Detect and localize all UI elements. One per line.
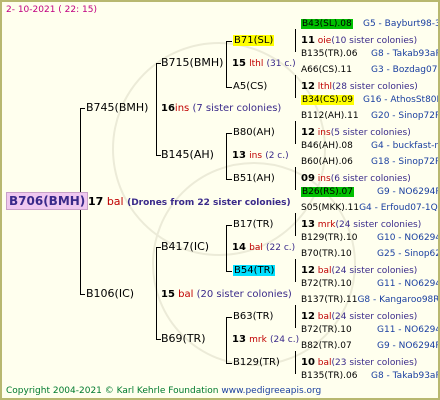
connector-line bbox=[226, 225, 227, 271]
ancestor-row: B34(CS).09 G16 - AthosSt80R bbox=[301, 95, 440, 105]
drone-info: 15 lthl (31 c.) bbox=[232, 58, 296, 69]
ancestor-row: B60(AH).06 G18 - Sinop72R bbox=[301, 157, 440, 167]
drone-info: 13 mrk (24 c.) bbox=[232, 334, 300, 345]
queen-b745[interactable]: B745(BMH) bbox=[86, 102, 148, 114]
connector-line bbox=[295, 75, 296, 98]
queen-b417[interactable]: B417(IC) bbox=[161, 241, 209, 253]
connector-line bbox=[226, 363, 232, 364]
ancestor-row: B26(RS).07 G9 - NO6294R bbox=[301, 187, 440, 197]
ancestor-row: B72(TR).10G11 - NO6294R bbox=[301, 279, 438, 289]
drone-info: 15 bal (20 sister colonies) bbox=[161, 289, 292, 300]
connector-line bbox=[295, 351, 296, 374]
queen-b80[interactable]: B80(AH) bbox=[233, 127, 275, 139]
ancestor-row: B43(SL).08 G5 - Bayburt98-3 bbox=[301, 19, 440, 29]
drone-info: 10 bal(23 sister colonies) bbox=[301, 357, 418, 368]
connector-line bbox=[226, 87, 232, 88]
ancestor-row: B46(AH).08 G4 - buckfast-no bbox=[301, 141, 440, 151]
drone-info: 12 lthl(28 sister colonies) bbox=[301, 81, 418, 92]
ancestor-row: B70(TR).10G25 - Sinop62R bbox=[301, 249, 438, 259]
connector-line bbox=[226, 225, 232, 226]
root-info: 17 bal (Drones from 22 sister colonies) bbox=[88, 195, 291, 209]
ancestor-row: B137(TR).11G8 - Kangaroo98R bbox=[301, 295, 440, 305]
drone-info: 09 ins(6 sister colonies) bbox=[301, 173, 411, 184]
drone-info: 12 bal(24 sister colonies) bbox=[301, 311, 418, 322]
connector-line bbox=[295, 29, 296, 52]
connector-line bbox=[226, 179, 232, 180]
connector-line bbox=[80, 294, 85, 295]
ancestor-row: B129(TR).10G10 - NO6294R bbox=[301, 233, 438, 243]
connector-line bbox=[156, 247, 157, 339]
queen-b145[interactable]: B145(AH) bbox=[161, 149, 214, 161]
connector-line bbox=[226, 317, 232, 318]
connector-line bbox=[295, 259, 296, 282]
ancestor-row: B82(TR).07 G9 - NO6294R bbox=[301, 341, 440, 351]
connector-line bbox=[226, 41, 227, 87]
drone-info: 14 bal (22 c.) bbox=[232, 242, 296, 253]
queen-b63[interactable]: B63(TR) bbox=[233, 311, 273, 323]
footer-copyright: Copyright 2004-2021 © Karl Kehrle Founda… bbox=[6, 386, 322, 396]
ancestor-row: B135(TR).06 G8 - Takab93aR bbox=[301, 371, 440, 381]
connector-line bbox=[295, 213, 296, 236]
drone-info: 16ins (7 sister colonies) bbox=[161, 103, 282, 114]
ancestor-row: B112(AH).11 G20 - Sinop72R bbox=[301, 111, 440, 121]
connector-line bbox=[80, 108, 85, 109]
drone-info: 12 bal(24 sister colonies) bbox=[301, 265, 418, 276]
connector-line bbox=[226, 41, 232, 42]
queen-a5[interactable]: A5(CS) bbox=[233, 81, 267, 93]
drone-info: 13 ins (2 c.) bbox=[232, 150, 289, 161]
drone-info: 12 ins(5 sister colonies) bbox=[301, 127, 411, 138]
connector-line bbox=[295, 305, 296, 328]
queen-b129[interactable]: B129(TR) bbox=[233, 357, 280, 369]
drone-info: 13 mrk(24 sister colonies) bbox=[301, 219, 422, 230]
connector-line bbox=[295, 167, 296, 190]
ancestor-row: A66(CS).11 G3 - Bozdag07R bbox=[301, 65, 440, 75]
connector-line bbox=[226, 271, 232, 272]
queen-b17[interactable]: B17(TR) bbox=[233, 219, 273, 231]
connector-line bbox=[226, 317, 227, 363]
connector-line bbox=[226, 133, 227, 179]
queen-b54[interactable]: B54(TR) bbox=[233, 265, 276, 277]
connector-line bbox=[295, 121, 296, 144]
connector-line bbox=[226, 133, 232, 134]
header-date: 2- 10-2021 ( 22: 15) bbox=[6, 5, 97, 15]
root-queen[interactable]: B706(BMH) bbox=[6, 192, 89, 210]
ancestor-row: B72(TR).10G11 - NO6294R bbox=[301, 325, 438, 335]
ancestor-row: S05(MKK).11G4 - Erfoud07-1Q bbox=[301, 203, 438, 213]
connector-line bbox=[156, 63, 157, 155]
queen-b715[interactable]: B715(BMH) bbox=[161, 57, 223, 69]
drone-info: 11 oie(10 sister colonies) bbox=[301, 35, 418, 46]
queen-b69[interactable]: B69(TR) bbox=[161, 333, 206, 345]
queen-b71[interactable]: B71(SL) bbox=[233, 35, 275, 47]
queen-b106[interactable]: B106(IC) bbox=[86, 288, 134, 300]
pedigree-frame: 2- 10-2021 ( 22: 15) B706(BMH) 17 bal (D… bbox=[0, 0, 440, 400]
ancestor-row: B135(TR).06 G8 - Takab93aR bbox=[301, 49, 440, 59]
queen-b51[interactable]: B51(AH) bbox=[233, 173, 275, 185]
